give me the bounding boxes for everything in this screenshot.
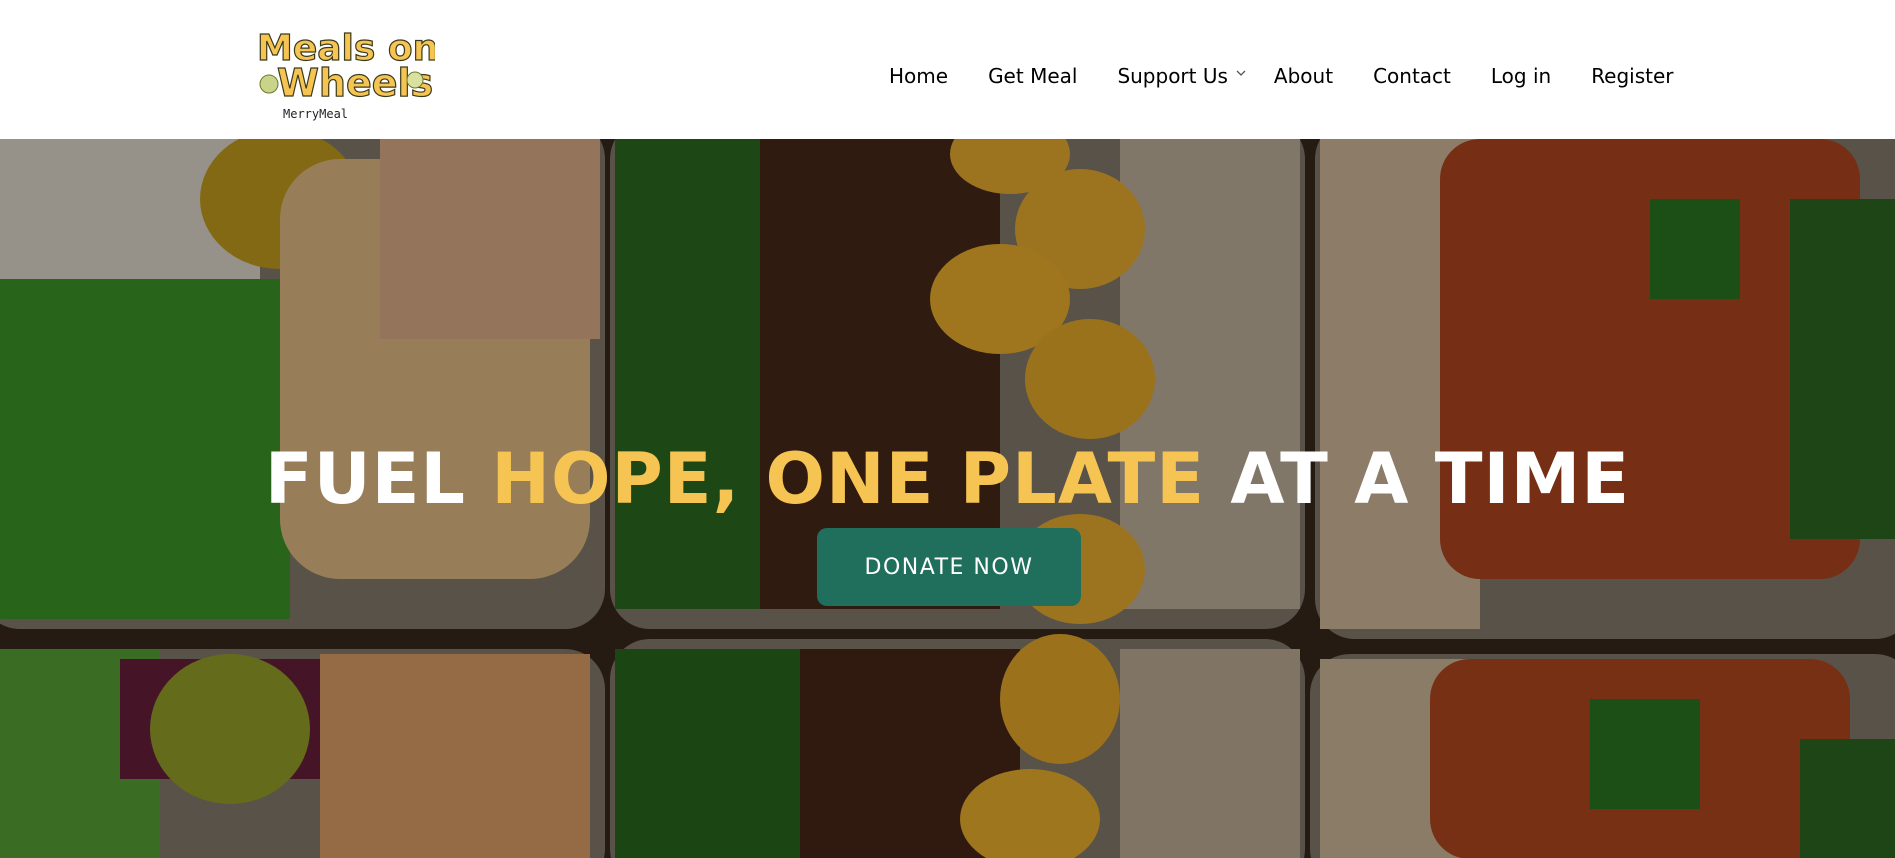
nav-about-label: About: [1273, 64, 1334, 88]
hero-title-part2: AT A TIME: [1205, 438, 1631, 520]
main-nav: Home Get Meal Support Us About Contact L…: [889, 62, 1674, 90]
hero-title-accent: HOPE, ONE PLATE: [491, 438, 1206, 520]
nav-register[interactable]: Register: [1591, 62, 1673, 90]
site-header: Meals on Wheels MerryMeal Home Get Meal …: [0, 0, 1895, 139]
nav-home-label: Home: [889, 64, 949, 88]
nav-home[interactable]: Home: [889, 62, 948, 90]
nav-register-label: Register: [1591, 64, 1674, 88]
nav-support-us[interactable]: Support Us: [1117, 62, 1246, 90]
logo-graphic: Meals on Wheels MerryMeal: [256, 27, 435, 121]
nav-contact[interactable]: Contact: [1373, 62, 1451, 90]
chevron-down-icon: [1236, 70, 1246, 76]
meals-on-wheels-logo[interactable]: Meals on Wheels MerryMeal: [255, 20, 435, 124]
nav-get-meal[interactable]: Get Meal: [988, 62, 1077, 90]
donate-now-button[interactable]: DONATE NOW: [817, 528, 1081, 606]
svg-text:MerryMeal: MerryMeal: [283, 107, 348, 121]
donate-now-label: DONATE NOW: [864, 554, 1034, 580]
nav-get-meal-label: Get Meal: [988, 64, 1078, 88]
nav-contact-label: Contact: [1373, 64, 1451, 88]
hero-title: FUEL HOPE, ONE PLATE AT A TIME: [0, 439, 1895, 519]
nav-log-in-label: Log in: [1490, 64, 1552, 88]
nav-about[interactable]: About: [1274, 62, 1333, 90]
nav-support-us-label: Support Us: [1117, 64, 1228, 88]
hero-title-part1: FUEL: [264, 438, 492, 520]
hero-section: FUEL HOPE, ONE PLATE AT A TIME DONATE NO…: [0, 139, 1895, 858]
nav-log-in[interactable]: Log in: [1491, 62, 1551, 90]
